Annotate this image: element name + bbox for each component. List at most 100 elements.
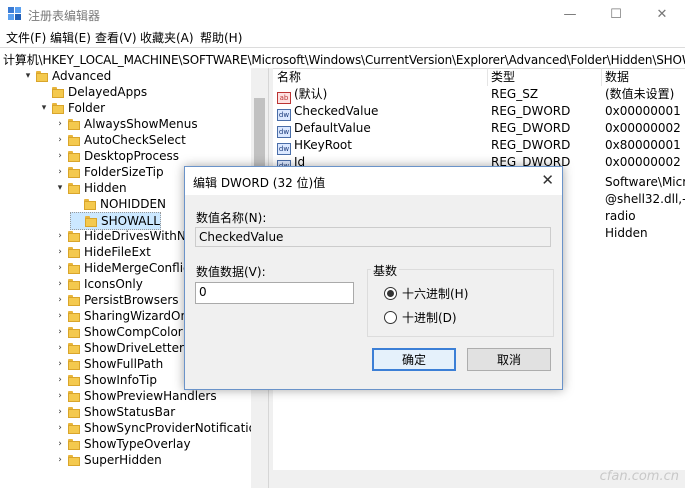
window-title: 注册表编辑器: [28, 9, 101, 23]
folder-icon: [68, 374, 80, 386]
tree-item-label: Advanced: [52, 69, 112, 83]
value-row-checkedvalue[interactable]: dw CheckedValue: [277, 103, 378, 121]
dialog-close-icon[interactable]: ✕: [541, 171, 554, 189]
tree-item-label: DesktopProcess: [84, 149, 180, 163]
folder-icon: [68, 230, 80, 242]
tree-item-autocheckselect[interactable]: › AutoCheckSelect: [54, 132, 186, 148]
tree-item-hidemergeconflicts[interactable]: › HideMergeConflicts: [54, 260, 200, 276]
tree-item-showinfotip[interactable]: › ShowInfoTip: [54, 372, 157, 388]
address-path[interactable]: 计算机\HKEY_LOCAL_MACHINE\SOFTWARE\Microsof…: [3, 51, 685, 68]
tree-item-label: ShowDriveLetters: [84, 341, 191, 355]
tree-item-label: ShowSyncProviderNotifications: [84, 421, 268, 435]
tree-item-folder[interactable]: ▾ Folder: [38, 100, 105, 116]
expand-arrow-icon[interactable]: ›: [54, 135, 66, 145]
folder-icon: [68, 182, 80, 194]
maximize-button[interactable]: ☐: [593, 0, 639, 28]
window-titlebar: 注册表编辑器 — ☐ ✕: [0, 0, 685, 28]
expand-arrow-icon[interactable]: ›: [54, 423, 66, 433]
tree-item-showsyncprovidernotifications[interactable]: › ShowSyncProviderNotifications: [54, 420, 268, 436]
tree-item-superhidden[interactable]: › SuperHidden: [54, 452, 162, 468]
expand-arrow-icon[interactable]: ›: [54, 295, 66, 305]
column-header-type[interactable]: 类型: [491, 68, 602, 86]
expand-arrow-icon[interactable]: ›: [54, 231, 66, 241]
tree-item-label: NOHIDDEN: [100, 197, 167, 211]
hex-radio-label: 十六进制(H): [402, 287, 469, 301]
folder-icon: [68, 246, 80, 258]
expand-arrow-icon[interactable]: ›: [54, 407, 66, 417]
tree-item-desktopprocess[interactable]: › DesktopProcess: [54, 148, 179, 164]
value-row-defaultvalue[interactable]: dw DefaultValue: [277, 120, 371, 138]
expand-arrow-icon[interactable]: ›: [54, 327, 66, 337]
collapse-arrow-icon[interactable]: ▾: [54, 183, 66, 193]
tree-item-showfullpath[interactable]: › ShowFullPath: [54, 356, 163, 372]
expand-arrow-icon[interactable]: ›: [54, 439, 66, 449]
folder-icon: [68, 166, 80, 178]
expand-arrow-icon[interactable]: ›: [54, 279, 66, 289]
value-data: @shell32.dll,-3: [605, 192, 685, 206]
tree-item-sharingwizardon[interactable]: › SharingWizardOn: [54, 308, 188, 324]
tree-item-showtypeoverlay[interactable]: › ShowTypeOverlay: [54, 436, 190, 452]
value-row-default[interactable]: ab (默认): [277, 86, 328, 104]
menu-help[interactable]: 帮助(H): [200, 29, 242, 46]
tree-item-delayedapps[interactable]: DelayedApps: [38, 84, 147, 100]
tree-item-advanced[interactable]: ▾ Advanced: [22, 68, 112, 84]
folder-icon: [68, 118, 80, 130]
menu-view[interactable]: 查看(V): [95, 29, 137, 46]
decimal-radio[interactable]: 十进制(D): [384, 309, 457, 326]
tree-item-showdriveletters[interactable]: › ShowDriveLetters: [54, 340, 190, 356]
value-type: REG_DWORD: [491, 104, 571, 118]
expand-arrow-icon[interactable]: ›: [54, 151, 66, 161]
expand-arrow-icon[interactable]: ›: [54, 247, 66, 257]
tree-item-alwaysshowmenus[interactable]: › AlwaysShowMenus: [54, 116, 197, 132]
tree-item-nohidden[interactable]: NOHIDDEN: [70, 196, 166, 212]
tree-item-hidefileext[interactable]: › HideFileExt: [54, 244, 151, 260]
folder-icon: [52, 86, 64, 98]
value-row-hkeyroot[interactable]: dw HKeyRoot: [277, 137, 352, 155]
tree-item-showpreviewhandlers[interactable]: › ShowPreviewHandlers: [54, 388, 216, 404]
ok-button[interactable]: 确定: [372, 348, 456, 371]
expand-arrow-icon[interactable]: ›: [54, 167, 66, 177]
tree-item-hidden[interactable]: ▾ Hidden: [54, 180, 127, 196]
value-data: 0x00000002 (2): [605, 155, 685, 169]
tree-item-persistbrowsers[interactable]: › PersistBrowsers: [54, 292, 178, 308]
folder-icon: [68, 358, 80, 370]
folder-icon: [68, 294, 80, 306]
expand-arrow-icon[interactable]: ›: [54, 343, 66, 353]
menu-favorites[interactable]: 收藏夹(A): [140, 29, 194, 46]
expand-arrow-icon[interactable]: ›: [54, 263, 66, 273]
expand-arrow-icon[interactable]: ›: [54, 119, 66, 129]
collapse-arrow-icon[interactable]: ▾: [38, 103, 50, 113]
tree-item-showcompcolor[interactable]: › ShowCompColor: [54, 324, 183, 340]
value-data: Software\Micro: [605, 175, 685, 189]
column-header-name[interactable]: 名称: [277, 68, 488, 86]
hex-radio[interactable]: 十六进制(H): [384, 285, 468, 302]
value-data-input[interactable]: 0: [195, 282, 354, 304]
tree-item-foldersizetip[interactable]: › FolderSizeTip: [54, 164, 163, 180]
tree-item-showstatusbar[interactable]: › ShowStatusBar: [54, 404, 175, 420]
folder-icon: [68, 310, 80, 322]
expand-arrow-icon[interactable]: ›: [54, 391, 66, 401]
tree-item-label: SuperHidden: [84, 453, 162, 467]
expand-arrow-icon[interactable]: ›: [54, 359, 66, 369]
column-header-data[interactable]: 数据: [605, 68, 685, 86]
base-label: 基数: [371, 262, 400, 279]
expand-arrow-icon[interactable]: ›: [54, 375, 66, 385]
close-button[interactable]: ✕: [639, 0, 685, 28]
decimal-radio-label: 十进制(D): [402, 311, 457, 325]
collapse-arrow-icon[interactable]: ▾: [22, 71, 34, 81]
menu-file[interactable]: 文件(F): [6, 29, 46, 46]
minimize-button[interactable]: —: [547, 0, 593, 28]
expand-arrow-icon[interactable]: ›: [54, 455, 66, 465]
expand-arrow-icon[interactable]: ›: [54, 311, 66, 321]
value-name-label: 数值名称(N):: [196, 211, 267, 225]
radio-unchecked-icon[interactable]: [384, 311, 397, 324]
tree-item-iconsonly[interactable]: › IconsOnly: [54, 276, 143, 292]
cancel-button[interactable]: 取消: [467, 348, 551, 371]
value-name: (默认): [294, 87, 328, 101]
folder-icon: [68, 326, 80, 338]
menu-edit[interactable]: 编辑(E): [50, 29, 91, 46]
radio-checked-icon[interactable]: [384, 287, 397, 300]
folder-icon: [68, 342, 80, 354]
tree-item-label: ShowCompColor: [84, 325, 183, 339]
address-bar[interactable]: 计算机\HKEY_LOCAL_MACHINE\SOFTWARE\Microsof…: [0, 47, 685, 69]
